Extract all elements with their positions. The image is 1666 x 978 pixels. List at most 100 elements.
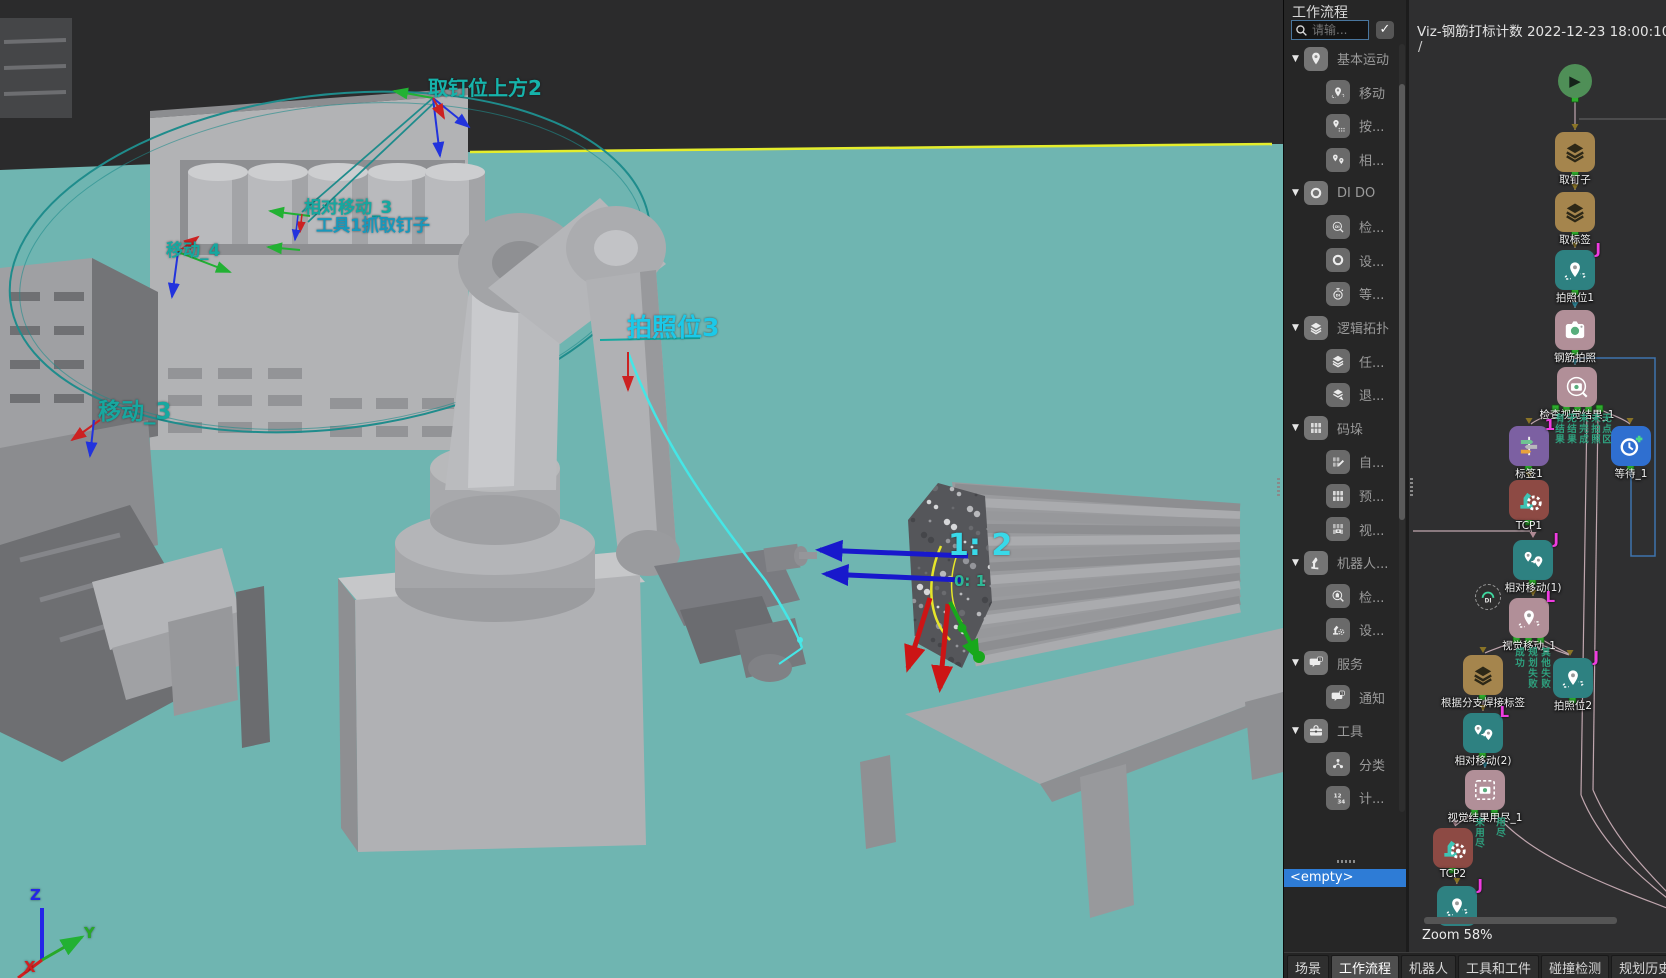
tree-item-9[interactable]: 任... xyxy=(1284,344,1398,378)
tree-item-14[interactable]: 视... xyxy=(1284,512,1398,546)
node-relative-move-1[interactable]: J xyxy=(1513,540,1553,580)
node-tcp-2[interactable] xyxy=(1433,828,1473,868)
tree-item-label: 预... xyxy=(1359,486,1384,505)
tree-item-16[interactable]: 检... xyxy=(1284,580,1398,614)
branch-label-2: 未完成 xyxy=(1577,413,1587,445)
tree-item-label: 设... xyxy=(1359,620,1384,639)
robot-icon xyxy=(1308,555,1324,571)
robot-gear-icon xyxy=(1326,618,1350,642)
tree-item-4[interactable]: ▼DI DO xyxy=(1284,176,1398,210)
expand-arrow-icon[interactable]: ▼ xyxy=(1292,423,1304,433)
expand-arrow-icon[interactable]: ▼ xyxy=(1292,558,1304,568)
tree-item-8[interactable]: ▼ 逻辑拓扑 xyxy=(1284,311,1398,345)
zoom-level: Zoom 58% xyxy=(1422,928,1493,943)
tree-splitter-handle[interactable] xyxy=(1337,860,1355,863)
tab-tools-workpieces[interactable]: 工具和工件 xyxy=(1458,955,1539,978)
node-label: 取钉子 xyxy=(1520,172,1630,187)
panel-title: 工作流程 xyxy=(1292,2,1348,22)
tab-planning-history[interactable]: 规划历史 xyxy=(1611,955,1666,978)
pallet-icon xyxy=(1330,488,1346,504)
node-rebar-photo[interactable] xyxy=(1555,310,1595,350)
node-photo-pos-1[interactable]: J xyxy=(1555,250,1595,290)
graph-hscrollbar[interactable] xyxy=(1424,917,1617,924)
node-tag-1[interactable]: 1 xyxy=(1509,426,1549,466)
tree-scrollbar[interactable] xyxy=(1399,44,1405,812)
tree-item-11[interactable]: ▼ 码垛 xyxy=(1284,412,1398,446)
expand-arrow-icon[interactable]: ▼ xyxy=(1292,54,1304,64)
ring-icon xyxy=(1330,252,1346,268)
tree-item-7[interactable]: DI等... xyxy=(1284,277,1398,311)
camera-icon xyxy=(1562,317,1588,343)
expand-arrow-icon[interactable]: ▼ xyxy=(1292,188,1304,198)
node-library-tree: ▼基本运动移动按...相...▼DI DODI检...设...DI等...▼逻辑… xyxy=(1284,42,1398,814)
node-start[interactable]: ▶ xyxy=(1558,64,1592,98)
svg-text:34: 34 xyxy=(1337,799,1345,805)
vp-label-ratio-0-1: 0: 1 xyxy=(954,572,986,590)
expand-arrow-icon[interactable]: ▼ xyxy=(1292,726,1304,736)
camera-dashed-icon xyxy=(1472,777,1498,803)
pin-path-icon xyxy=(1326,80,1350,104)
node-wait-1[interactable] xyxy=(1611,426,1651,466)
tab-scene[interactable]: 场景 xyxy=(1287,955,1329,978)
node-label: 等待_1 xyxy=(1576,466,1666,481)
tree-item-label: 分类 xyxy=(1359,755,1385,774)
tree-item-label: 逻辑拓扑 xyxy=(1337,318,1389,337)
node-vision-move-1[interactable]: L xyxy=(1509,598,1549,638)
node-relative-move-2[interactable]: L xyxy=(1463,713,1503,753)
tree-item-13[interactable]: 预... xyxy=(1284,479,1398,513)
3d-viewport[interactable]: 取钉位上方2相对移动_3工具1抓取钉子移动_4拍照位3移动_31: 20: 1Z… xyxy=(0,0,1283,978)
node-check-vision-result-1[interactable] xyxy=(1557,367,1597,407)
tree-item-17[interactable]: 设... xyxy=(1284,613,1398,647)
di-timer-icon: DI xyxy=(1330,286,1346,302)
tree-item-15[interactable]: ▼机器人... xyxy=(1284,546,1398,580)
pin-pair-arrow-icon xyxy=(1470,720,1496,746)
graph-splitter-handle[interactable] xyxy=(1410,478,1413,496)
tab-collision-detect[interactable]: 碰撞检测 xyxy=(1541,955,1609,978)
viewport-splitter-handle[interactable] xyxy=(1277,478,1280,496)
expand-arrow-icon[interactable]: ▼ xyxy=(1292,658,1304,668)
node-label: 相对移动(2) xyxy=(1428,753,1538,768)
pallet-icon xyxy=(1326,484,1350,508)
search-input[interactable] xyxy=(1310,22,1364,38)
expand-arrow-icon[interactable]: ▼ xyxy=(1292,323,1304,333)
node-pick-tag[interactable] xyxy=(1555,192,1595,232)
tree-item-22[interactable]: 1234计... xyxy=(1284,781,1398,814)
node-photo-pos-2[interactable]: J xyxy=(1553,658,1593,698)
node-pick-nail[interactable] xyxy=(1555,132,1595,172)
robot-icon xyxy=(1304,551,1328,575)
3d-scene-canvas xyxy=(0,0,1283,978)
vp-label-photo-pos-3: 拍照位3 xyxy=(627,308,719,344)
di-listener-mini-node[interactable]: DI xyxy=(1475,584,1501,610)
tree-item-5[interactable]: DI检... xyxy=(1284,210,1398,244)
tree-item-21[interactable]: 分类 xyxy=(1284,747,1398,781)
workflow-graph[interactable]: Viz-钢筋打标计数 2022-12-23 18:00:10 / xyxy=(1409,0,1666,952)
node-tcp-1[interactable] xyxy=(1509,480,1549,520)
search-filter-checkbox[interactable]: ✓ xyxy=(1376,21,1394,39)
tree-item-6[interactable]: 设... xyxy=(1284,244,1398,278)
selected-item-empty[interactable]: <empty> xyxy=(1284,869,1406,887)
tree-item-18[interactable]: ▼1服务 xyxy=(1284,647,1398,681)
tree-item-2[interactable]: 按... xyxy=(1284,109,1398,143)
camera-check-icon xyxy=(1564,374,1590,400)
di-check-icon: DI xyxy=(1330,219,1346,235)
bubble-icon: 1 xyxy=(1326,685,1350,709)
bottom-tab-bar: 场景工作流程机器人工具和工件碰撞检测规划历史其他 xyxy=(1284,952,1666,978)
tree-item-12[interactable]: 自... xyxy=(1284,445,1398,479)
search-box[interactable] xyxy=(1291,20,1369,40)
pin-grid-icon xyxy=(1326,114,1350,138)
tree-item-20[interactable]: ▼工具 xyxy=(1284,714,1398,748)
tree-item-19[interactable]: 1通知 xyxy=(1284,680,1398,714)
layers-icon xyxy=(1470,662,1496,688)
tree-item-1[interactable]: 移动 xyxy=(1284,76,1398,110)
tree-scrollbar-thumb[interactable] xyxy=(1399,84,1405,520)
tree-item-0[interactable]: ▼基本运动 xyxy=(1284,42,1398,76)
tab-robot[interactable]: 机器人 xyxy=(1401,955,1456,978)
tab-workflow[interactable]: 工作流程 xyxy=(1331,955,1399,978)
tree-item-label: 服务 xyxy=(1337,654,1363,673)
tree-item-label: 码垛 xyxy=(1337,419,1363,438)
ring-icon xyxy=(1304,181,1328,205)
node-vision-result-exhausted-1[interactable] xyxy=(1465,770,1505,810)
tree-item-10[interactable]: 退... xyxy=(1284,378,1398,412)
tree-item-3[interactable]: 相... xyxy=(1284,143,1398,177)
node-branch-weld-tag[interactable] xyxy=(1463,655,1503,695)
